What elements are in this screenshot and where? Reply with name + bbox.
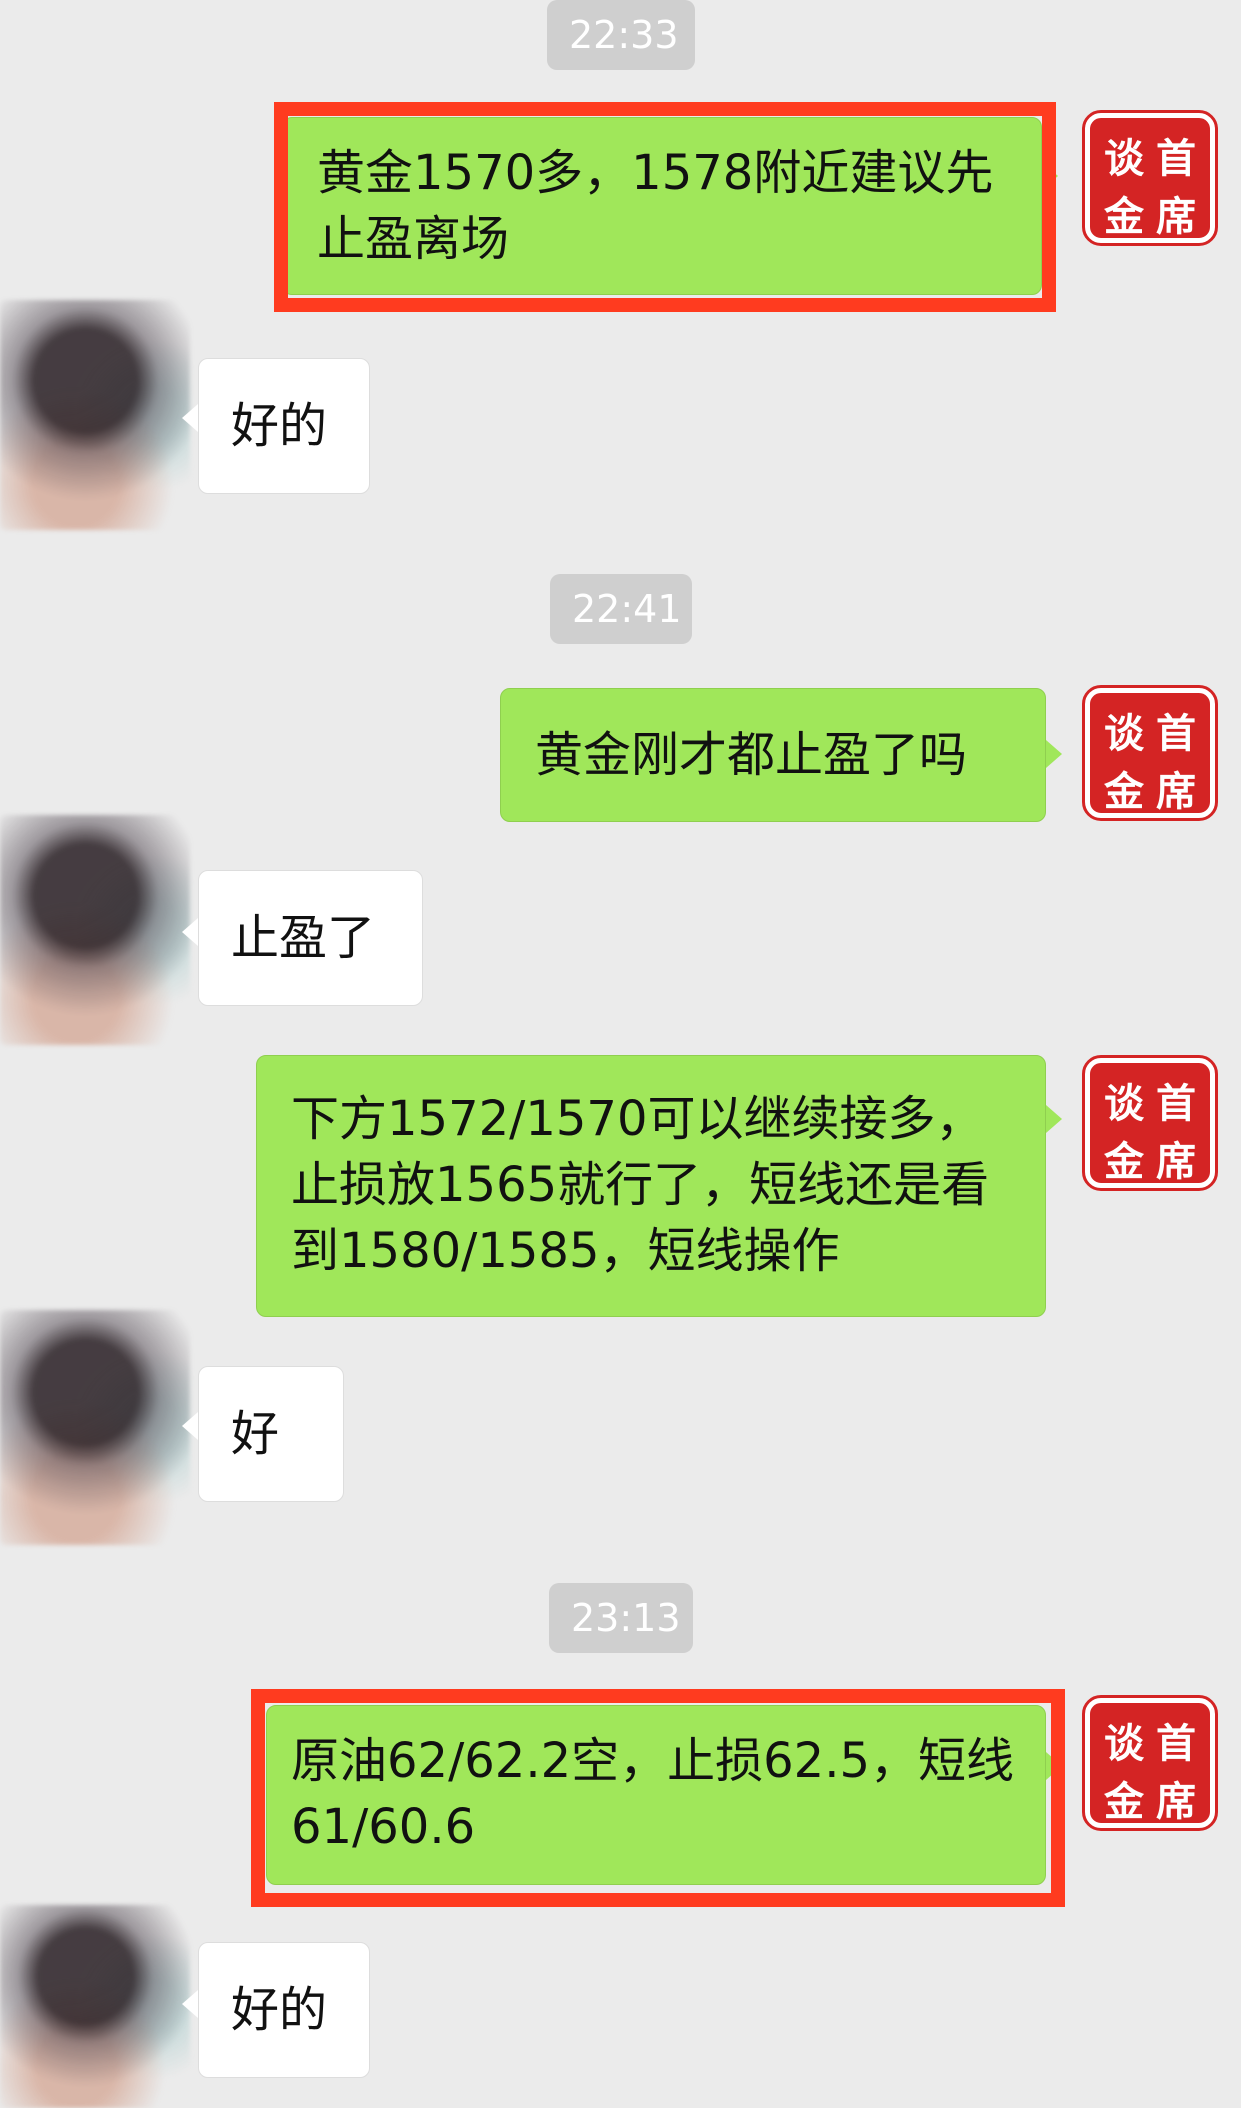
seal-char: 席	[1156, 1778, 1196, 1825]
message-text: 黄金1570多，1578附近建议先止盈离场	[317, 145, 994, 267]
peer-avatar-icon[interactable]	[0, 1310, 190, 1545]
outgoing-message[interactable]: 黄金刚才都止盈了吗	[500, 688, 1046, 822]
message-text: 黄金刚才都止盈了吗	[535, 727, 968, 783]
bubble-tail	[182, 1990, 198, 2018]
message-text: 原油62/62.2空，止损62.5，短线61/60.6	[291, 1733, 1015, 1855]
message-text: 止盈了	[231, 910, 376, 966]
seal-char: 首	[1156, 1080, 1196, 1127]
seal-char: 首	[1156, 1720, 1196, 1767]
seal-char: 谈	[1104, 135, 1144, 182]
peer-avatar-icon[interactable]	[0, 1905, 190, 2108]
seal-char: 席	[1156, 1138, 1196, 1185]
outgoing-message[interactable]: 原油62/62.2空，止损62.5，短线61/60.6	[266, 1705, 1046, 1885]
seal-char: 席	[1156, 193, 1196, 240]
seal-char: 谈	[1104, 1080, 1144, 1127]
bubble-tail	[182, 1412, 198, 1440]
outgoing-message[interactable]: 下方1572/1570可以继续接多，止损放1565就行了，短线还是看到1580/…	[256, 1055, 1046, 1317]
outgoing-message[interactable]: 黄金1570多，1578附近建议先止盈离场	[282, 117, 1042, 295]
message-text: 下方1572/1570可以继续接多，止损放1565就行了，短线还是看到1580/…	[291, 1091, 990, 1279]
bubble-tail	[1046, 1752, 1062, 1780]
seal-char: 金	[1104, 1778, 1144, 1825]
bubble-tail	[1042, 162, 1058, 190]
self-avatar-icon[interactable]: 谈 首 金 席	[1082, 1695, 1218, 1831]
seal-char: 谈	[1104, 1720, 1144, 1767]
bubble-tail	[1046, 740, 1062, 768]
incoming-message[interactable]: 好	[198, 1366, 344, 1502]
seal-char: 席	[1156, 768, 1196, 815]
self-avatar-icon[interactable]: 谈 首 金 席	[1082, 110, 1218, 246]
message-text: 好的	[231, 1982, 328, 2038]
seal-char: 首	[1156, 135, 1196, 182]
bubble-tail	[182, 918, 198, 946]
self-avatar-icon[interactable]: 谈 首 金 席	[1082, 1055, 1218, 1191]
incoming-message[interactable]: 好的	[198, 358, 370, 494]
seal-char: 金	[1104, 1138, 1144, 1185]
seal-char: 金	[1104, 768, 1144, 815]
incoming-message[interactable]: 止盈了	[198, 870, 423, 1006]
peer-avatar-icon[interactable]	[0, 300, 190, 530]
message-text: 好	[231, 1406, 280, 1462]
bubble-tail	[182, 404, 198, 432]
timestamp: 22:41	[550, 574, 692, 644]
timestamp: 22:33	[547, 0, 695, 70]
incoming-message[interactable]: 好的	[198, 1942, 370, 2078]
self-avatar-icon[interactable]: 谈 首 金 席	[1082, 685, 1218, 821]
peer-avatar-icon[interactable]	[0, 815, 190, 1045]
seal-char: 谈	[1104, 710, 1144, 757]
timestamp: 23:13	[549, 1583, 693, 1653]
seal-char: 金	[1104, 193, 1144, 240]
message-text: 好的	[231, 398, 328, 454]
bubble-tail	[1046, 1105, 1062, 1133]
seal-char: 首	[1156, 710, 1196, 757]
